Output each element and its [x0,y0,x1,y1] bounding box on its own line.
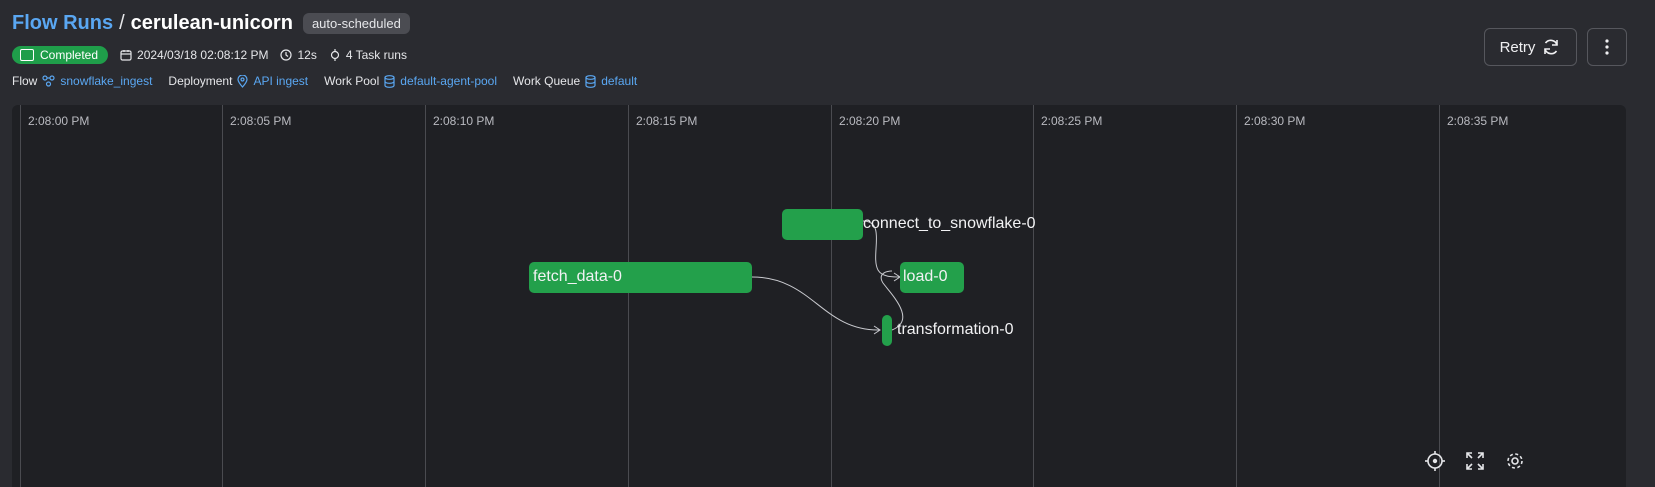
page-header: Flow Runs / cerulean-unicorn auto-schedu… [12,10,1655,92]
fullscreen-icon [1466,452,1484,470]
page-title: cerulean-unicorn [130,11,293,34]
dependency-edges [751,220,904,335]
retry-button[interactable]: Retry [1484,28,1577,66]
database-icon [384,74,395,88]
deployment-link[interactable]: API ingest [237,74,308,88]
deployment-value: API ingest [253,74,309,88]
edge-fetch-to-transformation [751,276,880,331]
task-node-load[interactable]: load-0 [900,262,964,293]
title-row: Flow Runs / cerulean-unicorn auto-schedu… [12,10,1655,36]
clock-icon [280,49,293,61]
more-options-button[interactable] [1587,28,1627,66]
task-label-transformation: transformation-0 [897,321,1014,338]
work-pool-link[interactable]: default-agent-pool [384,74,497,88]
crosshair-icon [1425,451,1445,471]
gear-icon [1507,453,1523,469]
status-badge: Completed [12,46,109,64]
task-runs: 4 Task runs [329,48,407,62]
retry-label: Retry [1499,38,1536,56]
task-node-fetch-data[interactable]: fetch_data-0 [529,262,752,293]
breadcrumb-flow-runs[interactable]: Flow Runs [12,12,113,35]
task-label-fetch-data: fetch_data-0 [533,268,622,285]
calendar-icon [120,50,132,61]
work-pool-label: Work Pool [324,74,380,88]
duration-value: 12s [297,48,317,62]
task-label-connect-to-snowflake: connect_to_snowflake-0 [863,215,1036,232]
more-vertical-icon [1605,39,1609,55]
refresh-icon [1544,39,1559,55]
work-queue-value: default [601,74,638,88]
deployment-label: Deployment [168,74,233,88]
start-time: 2024/03/18 02:08:12 PM [120,48,268,62]
task-runs-value: 4 Task runs [345,48,407,62]
breadcrumb-separator: / [119,11,125,34]
fullscreen-button[interactable] [1462,448,1488,474]
task-node-connect-to-snowflake[interactable] [782,209,863,240]
settings-button[interactable] [1502,448,1528,474]
task-icon [330,49,339,61]
auto-scheduled-tag: auto-scheduled [302,12,410,34]
check-icon [20,49,34,61]
status-label: Completed [40,48,99,62]
task-label-load: load-0 [903,268,948,285]
duration: 12s [280,48,317,62]
start-time-value: 2024/03/18 02:08:12 PM [137,48,269,62]
database-icon [585,74,596,88]
flow-value: snowflake_ingest [60,74,153,88]
work-queue-label: Work Queue [513,74,581,88]
details-row: Flow snowflake_ingest Deployment API ing… [12,70,1655,92]
location-icon [237,74,249,88]
flow-link[interactable]: snowflake_ingest [42,74,152,88]
meta-row: Completed 2024/03/18 02:08:12 PM 12s 4 T… [12,44,1655,66]
flow-label: Flow [12,74,38,88]
flow-icon [42,75,55,87]
task-node-transformation[interactable] [882,315,892,346]
timeline-graph[interactable]: 2:08:00 PM 2:08:05 PM 2:08:10 PM 2:08:15… [12,105,1626,487]
work-queue-link[interactable]: default [585,74,637,88]
work-pool-value: default-agent-pool [400,74,498,88]
recenter-button[interactable] [1422,448,1448,474]
